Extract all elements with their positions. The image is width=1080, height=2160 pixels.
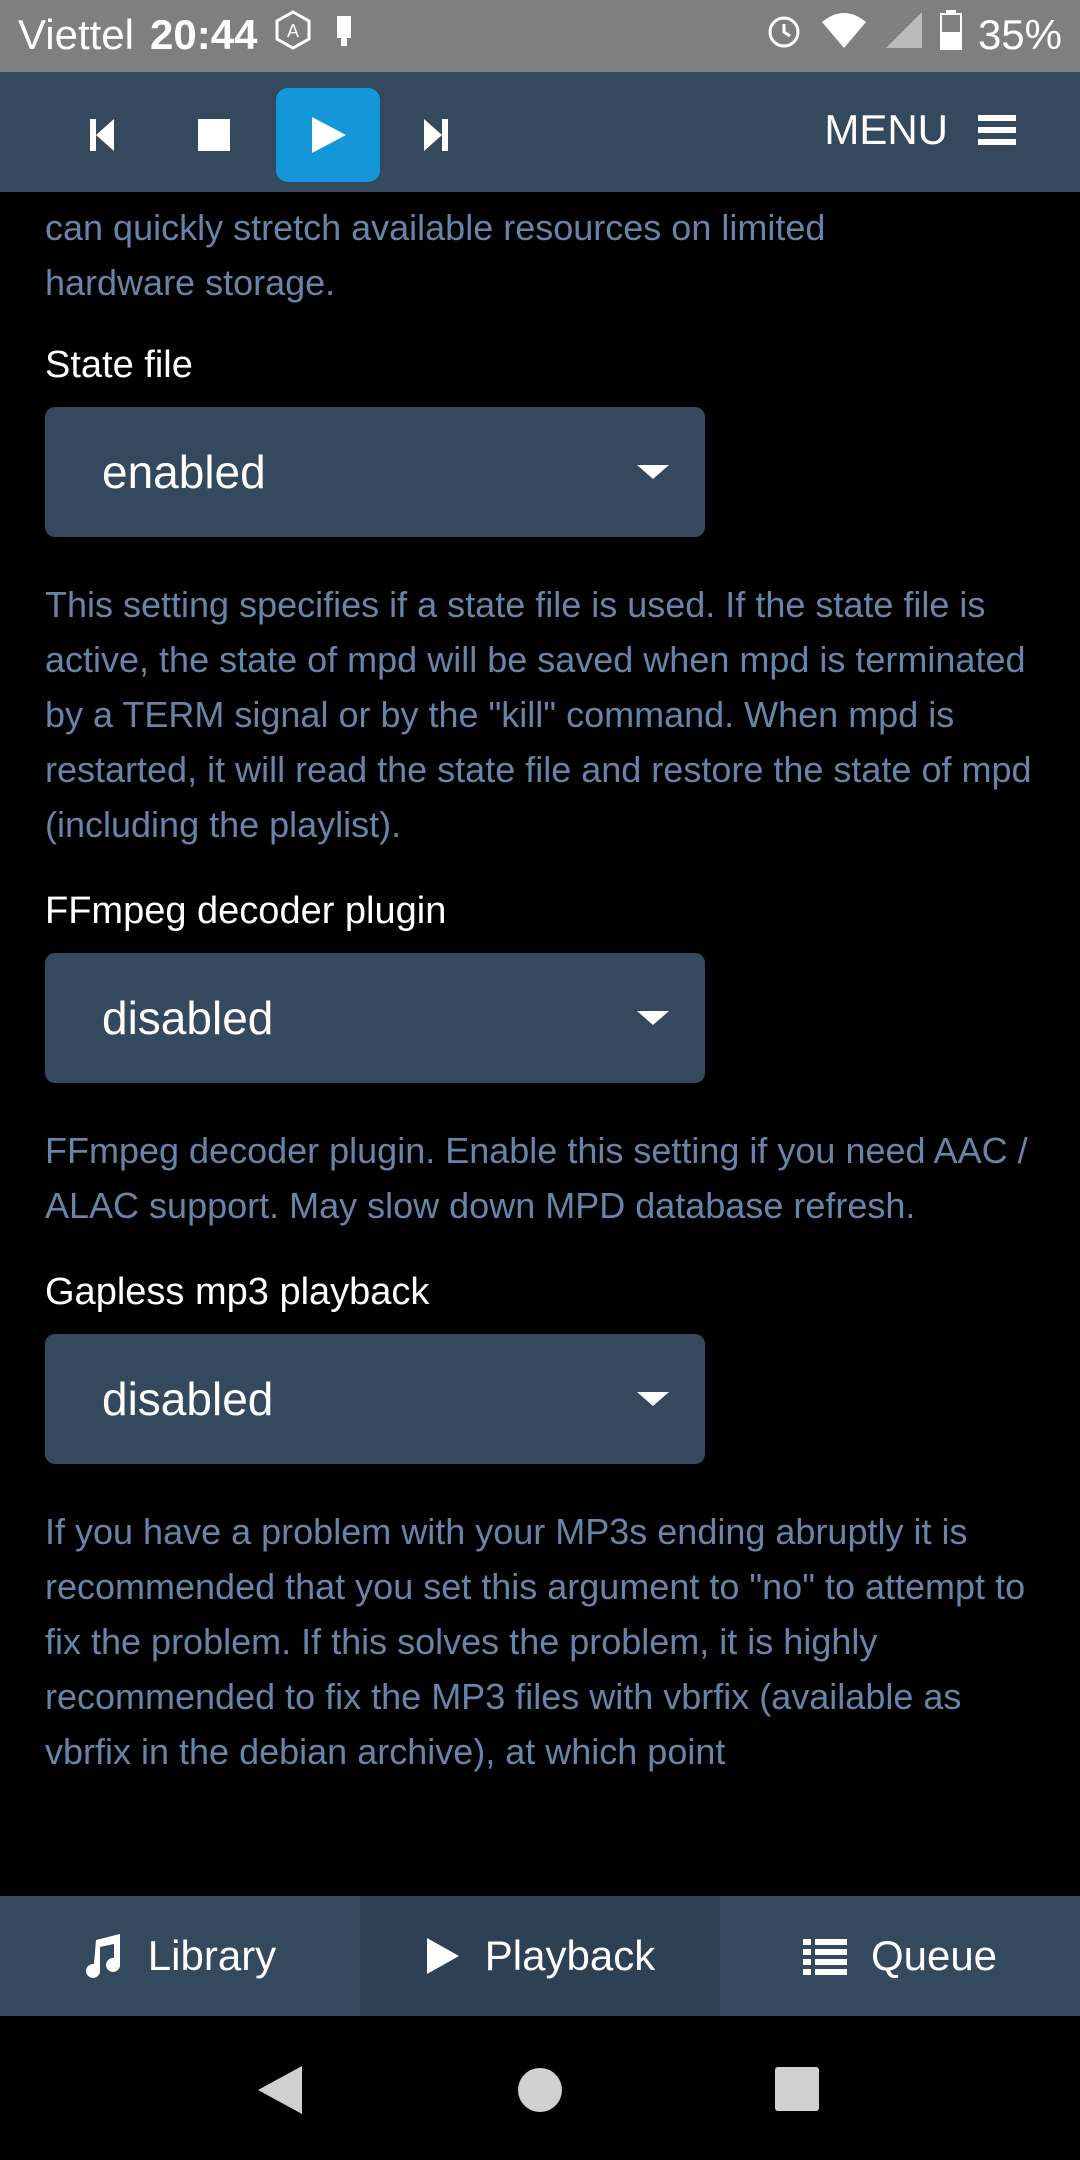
gapless-value: disabled [102, 1373, 274, 1425]
state-file-select[interactable]: enabled [45, 407, 705, 537]
play-icon [426, 1938, 459, 1974]
gapless-label: Gapless mp3 playback [45, 1271, 430, 1313]
tab-library[interactable]: Library [0, 1896, 360, 2016]
stop-button[interactable] [162, 88, 266, 182]
caret-down-icon [637, 1011, 669, 1025]
player-toolbar: MENU [0, 72, 1080, 192]
back-button[interactable] [256, 2064, 304, 2121]
ffmpeg-value: disabled [102, 992, 274, 1044]
app-icon: A [273, 10, 313, 60]
caret-down-icon [637, 1392, 669, 1406]
gapless-description: If you have a problem with your MP3s end… [45, 1511, 1026, 1772]
bottom-tab-bar: Library Playback Queue [0, 1896, 1080, 2019]
state-file-description: This setting specifies if a state file i… [45, 584, 1032, 845]
recents-square-icon [775, 2067, 819, 2111]
tab-library-label: Library [147, 1932, 277, 1979]
menu-label: MENU [824, 106, 948, 153]
battery-icon [939, 10, 962, 60]
stop-icon [198, 119, 230, 151]
play-button[interactable] [276, 88, 380, 182]
home-button[interactable] [516, 2066, 564, 2119]
list-icon [802, 1939, 847, 1975]
clock: 20:44 [149, 11, 258, 58]
ffmpeg-description: FFmpeg decoder plugin. Enable this setti… [45, 1130, 1028, 1226]
battery-level: 35% [977, 11, 1062, 58]
usb-icon [329, 10, 359, 60]
svg-text:A: A [287, 21, 299, 41]
play-icon [312, 117, 346, 153]
tab-queue-label: Queue [870, 1932, 998, 1979]
alarm-icon [764, 10, 804, 60]
ffmpeg-label: FFmpeg decoder plugin [45, 890, 447, 932]
signal-icon [884, 10, 924, 60]
ffmpeg-select[interactable]: disabled [45, 953, 705, 1083]
back-triangle-icon [258, 2066, 302, 2114]
previous-button[interactable] [50, 88, 154, 182]
tab-playback[interactable]: Playback [360, 1896, 720, 2016]
tab-queue[interactable]: Queue [720, 1896, 1080, 2016]
settings-content[interactable]: can quickly stretch available resources … [0, 192, 1080, 1896]
home-circle-icon [518, 2068, 562, 2112]
hamburger-icon [978, 115, 1016, 145]
state-file-label: State file [45, 344, 193, 386]
gapless-select[interactable]: disabled [45, 1334, 705, 1464]
menu-button[interactable]: MENU [824, 106, 1016, 154]
recents-button[interactable] [774, 2066, 820, 2117]
intro-description: can quickly stretch available resources … [45, 207, 826, 303]
caret-down-icon [637, 465, 669, 479]
wifi-icon [820, 10, 868, 60]
skip-previous-icon [90, 119, 114, 151]
skip-next-icon [424, 119, 448, 151]
carrier-name: Viettel [18, 11, 134, 58]
system-navigation-bar [0, 2016, 1080, 2160]
state-file-value: enabled [102, 446, 266, 498]
status-bar: Viettel 20:44 A 35% [0, 0, 1080, 72]
next-button[interactable] [384, 88, 488, 182]
tab-playback-label: Playback [484, 1932, 656, 1979]
music-note-icon [85, 1934, 120, 1978]
